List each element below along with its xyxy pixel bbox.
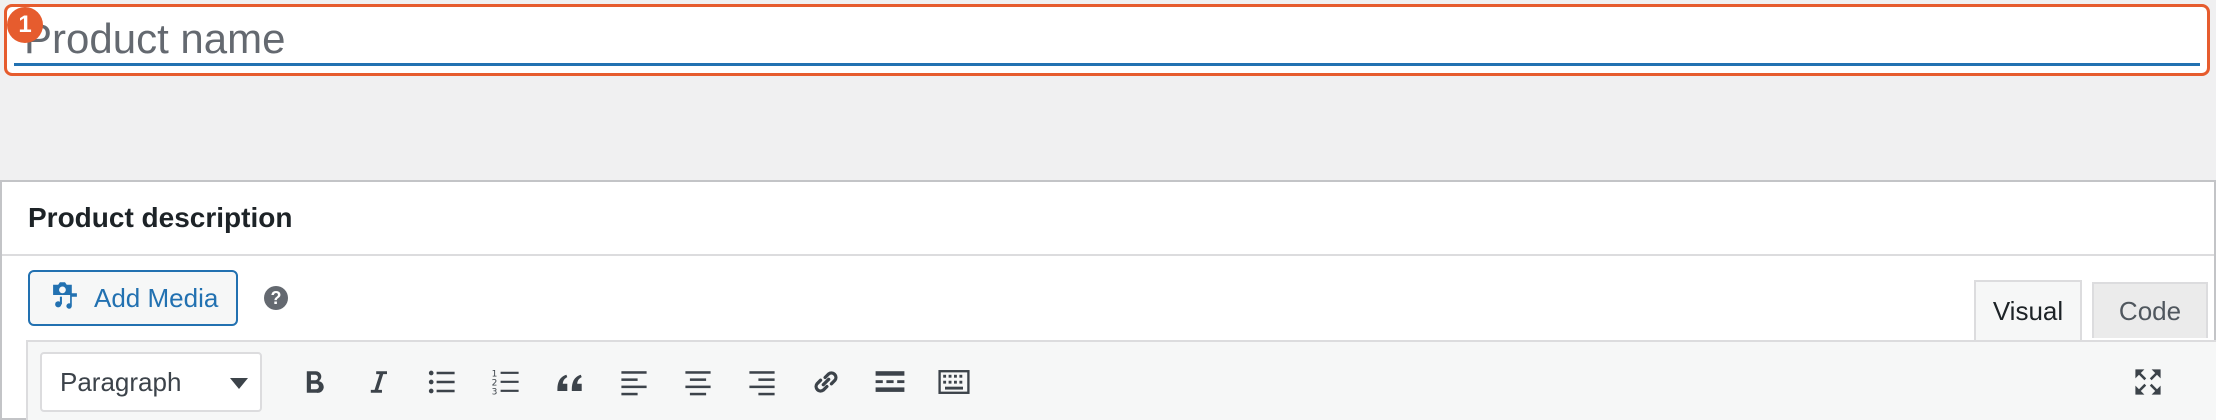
product-name-field-wrapper: 1 [4, 4, 2210, 76]
panel-title: Product description [28, 202, 293, 233]
tab-code-label: Code [2118, 295, 2182, 326]
bold-icon [306, 371, 324, 393]
format-select[interactable]: Paragraph [40, 352, 262, 412]
blockquote-icon [557, 374, 582, 391]
editor-toolbar: Paragraph 1 2 3 [26, 340, 2216, 420]
tab-visual-label: Visual [1992, 295, 2064, 326]
chevron-down-icon [230, 378, 248, 389]
product-name-input[interactable] [14, 14, 2200, 66]
add-media-label: Add Media [94, 282, 219, 313]
italic-icon [370, 371, 387, 393]
align-center-icon [685, 371, 711, 396]
bulleted-list-button[interactable] [420, 360, 464, 404]
media-icon [48, 278, 82, 319]
step-badge: 1 [7, 7, 43, 43]
tab-code[interactable]: Code [2092, 282, 2208, 338]
bulleted-list-icon [428, 370, 455, 394]
align-right-button[interactable] [740, 360, 784, 404]
fullscreen-icon [2135, 369, 2161, 395]
blockquote-button[interactable] [548, 360, 592, 404]
bold-button[interactable] [292, 360, 336, 404]
align-right-icon [749, 371, 775, 396]
product-description-panel: Product description Add Media ? Visual C… [0, 180, 2216, 420]
product-description-heading: Product description [2, 182, 2214, 256]
read-more-button[interactable] [868, 360, 912, 404]
read-more-icon [875, 371, 905, 392]
align-left-button[interactable] [612, 360, 656, 404]
align-left-icon [621, 371, 647, 396]
help-icon[interactable]: ? [264, 286, 288, 310]
link-icon [814, 371, 838, 393]
numbered-list-button[interactable]: 1 2 3 [484, 360, 528, 404]
insert-link-button[interactable] [804, 360, 848, 404]
svg-text:3: 3 [492, 388, 498, 398]
fullscreen-button[interactable] [2126, 360, 2170, 404]
toolbar-toggle-icon [938, 370, 970, 394]
italic-button[interactable] [356, 360, 400, 404]
toolbar-toggle-button[interactable] [932, 360, 976, 404]
numbered-list-icon: 1 2 3 [492, 370, 519, 398]
add-media-button[interactable]: Add Media [28, 270, 238, 326]
align-center-button[interactable] [676, 360, 720, 404]
tab-visual[interactable]: Visual [1974, 280, 2082, 340]
format-select-value: Paragraph [60, 366, 182, 397]
